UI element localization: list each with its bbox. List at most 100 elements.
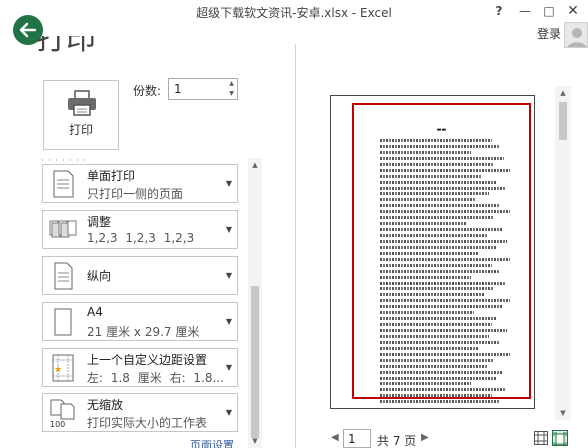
- orientation-dropdown[interactable]: 纵向 ▼: [42, 256, 238, 295]
- print-sides-subtitle: 只打印一侧的页面: [87, 187, 184, 201]
- chevron-down-icon: ▼: [225, 408, 232, 417]
- settings-scrollbar[interactable]: ▲ ▼: [248, 158, 262, 448]
- scaling-dropdown[interactable]: 100 无缩放 打印实际大小的工作表 ▼: [42, 393, 238, 432]
- login-link[interactable]: 登录: [537, 25, 561, 42]
- avatar[interactable]: [564, 22, 588, 48]
- panel-divider: [295, 44, 296, 448]
- show-margins-button[interactable]: [533, 430, 549, 446]
- minimize-button[interactable]: —: [514, 2, 536, 20]
- preview-text-line: [380, 382, 471, 386]
- print-sides-title: 单面打印: [87, 169, 136, 183]
- preview-text-line: [380, 245, 497, 249]
- chevron-down-icon: ▼: [225, 225, 232, 234]
- preview-text-line: [380, 317, 497, 321]
- margins-subtitle: 左: 1.8 厘米 右: 1.8...: [87, 371, 224, 385]
- page-number-input[interactable]: [343, 429, 371, 448]
- show-margins-icon: [534, 431, 548, 445]
- preview-text-line: [380, 216, 495, 220]
- scroll-down-icon[interactable]: ▼: [555, 406, 571, 420]
- preview-text-line: [380, 323, 492, 327]
- preview-text-line: [380, 186, 505, 190]
- preview-text-line: [380, 198, 477, 202]
- scroll-down-icon[interactable]: ▼: [248, 434, 262, 448]
- preview-scrollbar[interactable]: ▲ ▼: [555, 86, 571, 420]
- portrait-icon: [54, 262, 73, 290]
- preview-text-line: [380, 358, 495, 362]
- page-title: 打印: [36, 36, 96, 57]
- preview-text-line: [380, 340, 500, 344]
- help-button[interactable]: ?: [488, 2, 510, 20]
- print-preview: ▬▬: [330, 95, 535, 409]
- preview-text-line: [380, 394, 492, 398]
- margins-title: 上一个自定义边距设置: [87, 353, 208, 367]
- scrollbar-thumb[interactable]: [251, 286, 259, 438]
- preview-text-line: [380, 150, 471, 154]
- preview-text-line: [380, 329, 508, 332]
- preview-text-line: [380, 376, 497, 380]
- preview-text-line: [380, 234, 487, 237]
- preview-text-line: [380, 388, 505, 392]
- paper-size-title: A4: [87, 305, 103, 319]
- preview-text-line: [380, 144, 500, 148]
- collation-title: 调整: [87, 215, 112, 229]
- preview-text-line: [380, 210, 510, 214]
- preview-text-line: [380, 352, 510, 356]
- orientation-title: 纵向: [87, 269, 112, 283]
- page-setup-link[interactable]: 页面设置: [190, 437, 234, 448]
- preview-text-line: [380, 311, 474, 315]
- print-sides-dropdown[interactable]: 单面打印 只打印一侧的页面 ▼: [42, 164, 238, 203]
- preview-text-line: [380, 139, 492, 142]
- preview-text-line: [380, 257, 510, 261]
- user-icon: [567, 28, 587, 47]
- preview-doc-title: ▬▬: [436, 127, 447, 133]
- paper-size-dropdown[interactable]: A4 21 厘米 x 29.7 厘米 ▼: [42, 302, 238, 341]
- preview-text-line: [380, 162, 495, 166]
- svg-text:★: ★: [54, 365, 62, 375]
- preview-text-line: [380, 156, 504, 160]
- collated-icon: [49, 220, 77, 238]
- back-arrow-icon: [19, 22, 37, 38]
- preview-border: ▬▬: [352, 103, 531, 404]
- scaling-subtitle: 打印实际大小的工作表: [87, 416, 208, 430]
- margins-icon: ★: [52, 354, 74, 382]
- preview-text-line: [380, 222, 466, 226]
- scroll-up-icon[interactable]: ▲: [248, 158, 262, 172]
- spinner-up-icon[interactable]: ▲: [226, 79, 237, 89]
- margins-dropdown[interactable]: ★ 上一个自定义边距设置 左: 1.8 厘米 右: 1.8... ▼: [42, 348, 238, 387]
- zoom-to-page-icon: [553, 432, 567, 446]
- preview-text-line: [380, 364, 487, 368]
- next-page-icon[interactable]: ▶: [421, 432, 429, 443]
- preview-text-line: [380, 180, 497, 184]
- chevron-down-icon: ▼: [225, 317, 232, 326]
- copies-label: 份数:: [133, 84, 162, 98]
- preview-text-line: [380, 239, 508, 243]
- single-sided-icon: [53, 170, 74, 198]
- scroll-up-icon[interactable]: ▲: [555, 86, 571, 100]
- chevron-down-icon: ▼: [225, 271, 232, 280]
- spinner-down-icon[interactable]: ▼: [226, 89, 237, 99]
- previous-page-icon[interactable]: ◀: [331, 432, 339, 443]
- maximize-button[interactable]: □: [538, 2, 560, 20]
- scaling-title: 无缩放: [87, 398, 124, 412]
- zoom-to-page-button[interactable]: [552, 430, 568, 446]
- copies-spinner[interactable]: ▲ ▼: [226, 79, 237, 99]
- chevron-down-icon: ▼: [225, 179, 232, 188]
- preview-text-line: [380, 174, 482, 178]
- preview-text-line: [380, 168, 510, 172]
- preview-text-line: [380, 192, 490, 196]
- collation-dropdown[interactable]: 调整 1,2,3 1,2,3 1,2,3 ▼: [42, 210, 238, 249]
- title-bar: 超级下载软文资讯-安卓.xlsx - Excel ? — □ ✕: [0, 0, 588, 24]
- preview-text-line: [380, 251, 479, 255]
- print-button-label: 打印: [68, 123, 93, 137]
- scrollbar-thumb[interactable]: [559, 102, 567, 140]
- preview-text-line: [380, 370, 503, 374]
- chevron-down-icon: ▼: [225, 363, 232, 372]
- preview-text-line: [380, 334, 490, 338]
- preview-text-line: [380, 305, 503, 309]
- preview-text-line: [380, 346, 479, 350]
- print-button[interactable]: 打印: [43, 80, 119, 150]
- printer-icon: [68, 90, 96, 116]
- total-pages-label: 共 7 页: [377, 434, 417, 448]
- preview-text-line: [380, 275, 471, 279]
- close-button[interactable]: ✕: [562, 2, 584, 20]
